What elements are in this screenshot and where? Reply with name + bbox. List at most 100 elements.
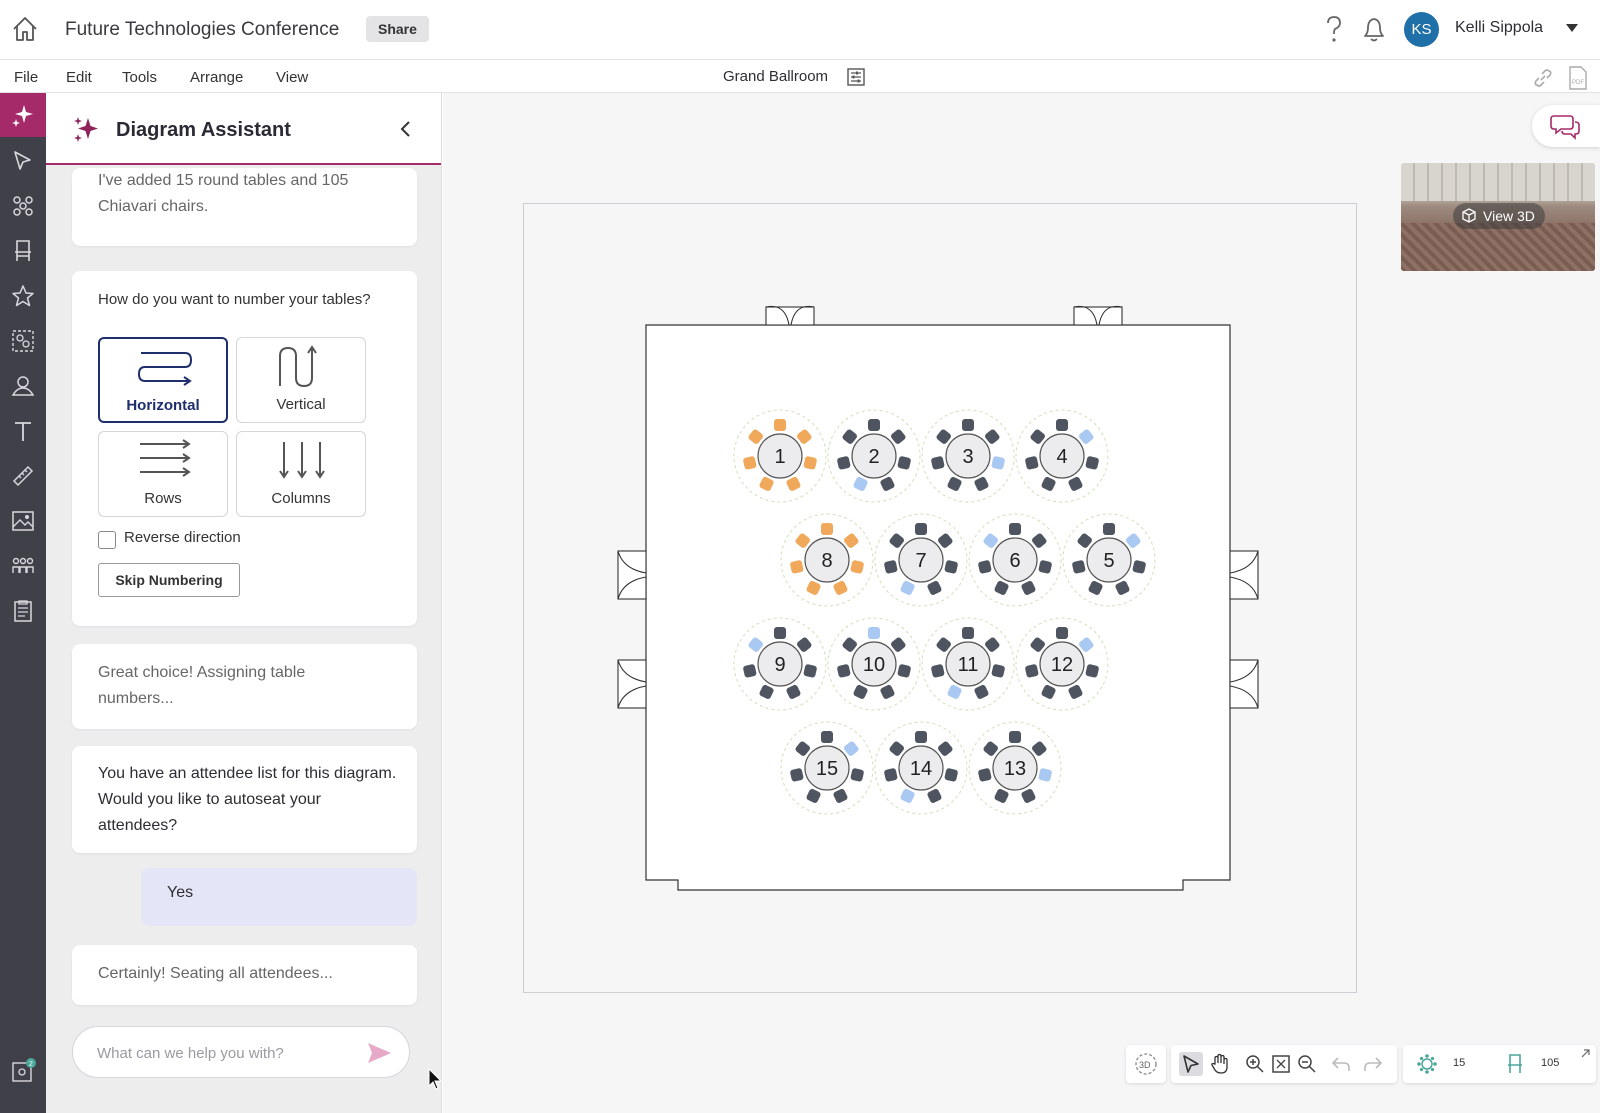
option-rows[interactable]: Rows: [98, 431, 228, 517]
rail-text-button[interactable]: [0, 409, 46, 453]
panel-header: Diagram Assistant: [46, 93, 441, 165]
chiavari-chair[interactable]: [1056, 627, 1068, 639]
zoom-in-button[interactable]: [1243, 1052, 1267, 1076]
rail-image-button[interactable]: [0, 499, 46, 543]
menu-arrange[interactable]: Arrange: [190, 69, 243, 86]
chiavari-chair[interactable]: [868, 627, 880, 639]
rail-people-button[interactable]: [0, 544, 46, 588]
settings-badge-icon: 2: [12, 1058, 36, 1082]
table-number: 15: [816, 758, 838, 780]
rail-attendee-button[interactable]: [0, 364, 46, 408]
svg-text:PDF: PDF: [1572, 80, 1584, 86]
rail-select-button[interactable]: [0, 139, 46, 183]
rail-settings-button[interactable]: 2: [0, 1049, 46, 1093]
tool-rail: 2: [0, 93, 46, 1113]
chiavari-chair[interactable]: [915, 523, 927, 535]
rail-notes-button[interactable]: [0, 589, 46, 633]
undo-button[interactable]: [1329, 1052, 1353, 1076]
chiavari-chair[interactable]: [962, 419, 974, 431]
pdf-icon[interactable]: PDF: [1568, 66, 1588, 90]
assistant-message: I've added 15 round tables and 105 Chiav…: [72, 168, 417, 246]
table-number: 7: [915, 550, 926, 572]
chiavari-chair[interactable]: [821, 523, 833, 535]
comments-button[interactable]: [1532, 105, 1600, 147]
menu-view[interactable]: View: [276, 69, 308, 86]
redo-button[interactable]: [1361, 1052, 1385, 1076]
horizontal-snake-icon: [137, 352, 193, 386]
diagram-assistant-panel: I've added 15 round tables and 105 Chiav…: [46, 93, 442, 1113]
message-text: Great choice! Assigning table numbers...: [98, 664, 306, 707]
menu-edit[interactable]: Edit: [66, 69, 92, 86]
table-number: 14: [910, 758, 932, 780]
menu-tools[interactable]: Tools: [122, 69, 157, 86]
sparkle-icon: [74, 117, 98, 142]
select-tool-button[interactable]: [1179, 1052, 1203, 1076]
view-3d-button[interactable]: View 3D: [1453, 203, 1545, 229]
user-name[interactable]: Kelli Sippola: [1455, 19, 1543, 37]
chevron-down-icon[interactable]: [1565, 22, 1579, 34]
columns-arrows-icon: [279, 442, 325, 479]
svg-text:3D: 3D: [1139, 1060, 1151, 1070]
group-select-icon: [12, 330, 34, 352]
rail-favorites-button[interactable]: [0, 274, 46, 318]
door-top-left: [765, 305, 815, 326]
diagram-canvas[interactable]: 1 2 3 4 5 6 7 8 9 10 11 12 13 14 15 View 3D 3D: [443, 93, 1600, 1113]
link-icon[interactable]: [1532, 67, 1554, 89]
floor-plan[interactable]: 1 2 3 456789 10 11 12131415: [523, 203, 1357, 993]
rail-chairs-button[interactable]: [0, 229, 46, 273]
toolbar-navigation-group: [1171, 1045, 1397, 1083]
canvas-toolbar: 3D 15 105: [1126, 1045, 1596, 1085]
option-horizontal[interactable]: Horizontal: [98, 337, 228, 423]
option-columns[interactable]: Columns: [236, 431, 366, 517]
pan-tool-button[interactable]: [1208, 1052, 1232, 1076]
chiavari-chair[interactable]: [1103, 523, 1115, 535]
numbering-card: How do you want to number your tables? H…: [72, 271, 417, 626]
door-right-lower: [1229, 659, 1259, 709]
3d-preview-thumbnail[interactable]: View 3D: [1401, 163, 1595, 271]
fit-screen-icon: [1272, 1055, 1290, 1073]
chiavari-chair[interactable]: [821, 731, 833, 743]
option-vertical[interactable]: Vertical: [236, 337, 366, 423]
document-title[interactable]: Future Technologies Conference: [65, 19, 339, 41]
room-title[interactable]: Grand Ballroom: [723, 68, 828, 85]
chiavari-chair[interactable]: [1056, 419, 1068, 431]
zoom-out-button[interactable]: [1295, 1052, 1319, 1076]
view-3d-label: View 3D: [1483, 208, 1535, 224]
chat-input[interactable]: [97, 1041, 357, 1065]
rail-group-button[interactable]: [0, 319, 46, 363]
chair-count: 105: [1541, 1057, 1560, 1069]
reverse-direction-checkbox[interactable]: [98, 531, 116, 549]
home-icon[interactable]: [10, 14, 40, 44]
option-label: Vertical: [276, 396, 326, 413]
table-count-icon: [1417, 1054, 1437, 1074]
reverse-direction-label: Reverse direction: [124, 529, 241, 546]
share-button[interactable]: Share: [366, 16, 429, 42]
fit-to-screen-button[interactable]: [1269, 1052, 1293, 1076]
table-count-icon-wrap: [1415, 1052, 1439, 1076]
table-number: 1: [774, 446, 785, 468]
bell-icon[interactable]: [1360, 14, 1388, 44]
chiavari-chair[interactable]: [774, 627, 786, 639]
chiavari-chair[interactable]: [868, 419, 880, 431]
expand-icon[interactable]: [1579, 1048, 1591, 1060]
avatar[interactable]: KS: [1404, 12, 1439, 47]
chiavari-chair[interactable]: [774, 419, 786, 431]
help-icon[interactable]: [1322, 14, 1346, 44]
hand-icon: [1211, 1053, 1228, 1074]
table-count: 15: [1453, 1057, 1466, 1069]
rail-tables-button[interactable]: [0, 184, 46, 228]
toggle-3d-button[interactable]: 3D: [1134, 1052, 1158, 1076]
chiavari-chair[interactable]: [1009, 523, 1021, 535]
menu-file[interactable]: File: [14, 69, 38, 86]
send-icon[interactable]: [365, 1040, 393, 1066]
rail-assistant-button[interactable]: [0, 93, 46, 137]
chiavari-chair[interactable]: [962, 627, 974, 639]
rail-measure-button[interactable]: [0, 454, 46, 498]
message-text: Certainly! Seating all attendees...: [98, 965, 333, 982]
room-settings-icon[interactable]: [847, 68, 865, 86]
chiavari-chair[interactable]: [1009, 731, 1021, 743]
skip-numbering-button[interactable]: Skip Numbering: [98, 563, 240, 597]
chiavari-chair[interactable]: [915, 731, 927, 743]
chevron-left-icon[interactable]: [396, 119, 416, 139]
text-icon: [15, 422, 31, 441]
